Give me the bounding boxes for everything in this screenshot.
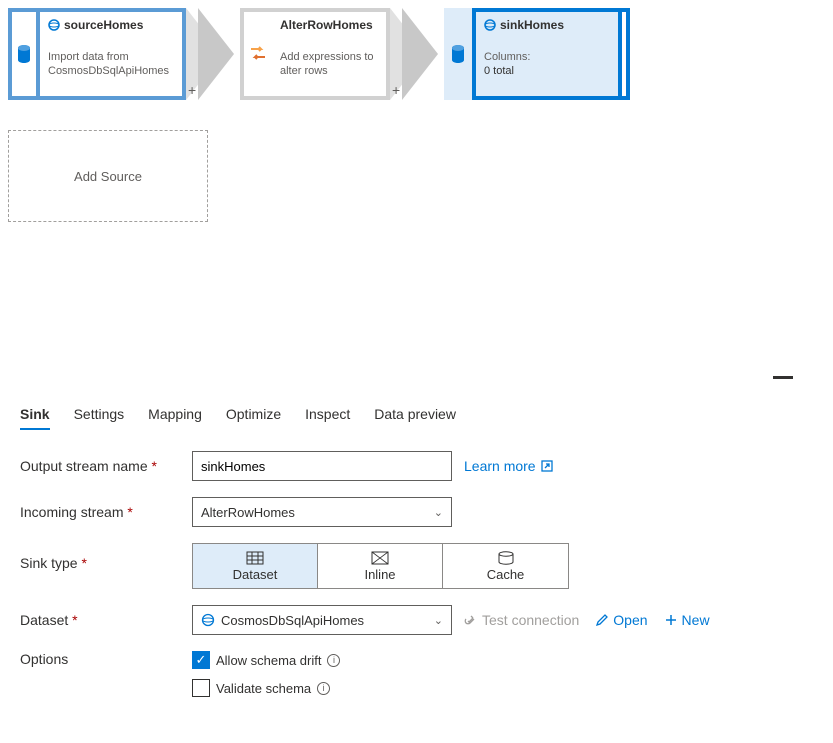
cache-icon xyxy=(497,551,515,565)
incoming-stream-label: Incoming stream * xyxy=(20,504,192,520)
panel-resize-handle[interactable] xyxy=(0,380,833,388)
cosmos-icon-sink xyxy=(484,19,496,31)
output-stream-label: Output stream name * xyxy=(20,458,192,474)
tab-settings[interactable]: Settings xyxy=(74,400,125,430)
tab-sink[interactable]: Sink xyxy=(20,400,50,430)
flow-node-source[interactable]: sourceHomes Import data from CosmosDbSql… xyxy=(36,8,186,100)
flow-row: sourceHomes Import data from CosmosDbSql… xyxy=(8,8,825,100)
sink-columns-value: 0 total xyxy=(484,64,610,78)
source-db-icon xyxy=(8,8,36,100)
new-dataset-link[interactable]: New xyxy=(664,612,710,628)
sink-title: sinkHomes xyxy=(500,18,564,32)
cosmos-icon-select xyxy=(201,613,215,627)
connector-1[interactable]: + xyxy=(186,8,240,100)
connector-2[interactable]: + xyxy=(390,8,444,100)
allow-schema-drift-checkbox[interactable]: ✓ xyxy=(192,651,210,669)
tab-data-preview[interactable]: Data preview xyxy=(374,400,456,430)
external-link-icon xyxy=(540,459,554,473)
validate-schema-label: Validate schema xyxy=(216,681,311,696)
alter-row-icon xyxy=(249,45,267,64)
add-step-button-2[interactable]: + xyxy=(392,82,400,98)
info-icon[interactable]: i xyxy=(317,682,330,695)
transform-title: AlterRowHomes xyxy=(280,18,373,32)
source-title: sourceHomes xyxy=(64,18,143,32)
panel-tabs: Sink Settings Mapping Optimize Inspect D… xyxy=(20,400,813,431)
flow-node-sink[interactable]: sinkHomes Columns: 0 total xyxy=(472,8,622,100)
tab-inspect[interactable]: Inspect xyxy=(305,400,350,430)
sink-right-border xyxy=(622,8,630,100)
source-desc: Import data from CosmosDbSqlApiHomes xyxy=(48,50,174,79)
plug-icon xyxy=(464,613,478,627)
add-step-button[interactable]: + xyxy=(188,82,196,98)
sink-type-label: Sink type * xyxy=(20,543,192,571)
dataset-label: Dataset * xyxy=(20,612,192,628)
validate-schema-checkbox[interactable] xyxy=(192,679,210,697)
incoming-stream-select[interactable]: AlterRowHomes ⌄ xyxy=(192,497,452,527)
learn-more-link[interactable]: Learn more xyxy=(464,458,554,474)
sink-type-segmented: Dataset Inline Cache xyxy=(192,543,569,589)
plus-icon xyxy=(664,613,678,627)
chevron-down-icon: ⌄ xyxy=(434,614,443,627)
sink-type-cache[interactable]: Cache xyxy=(443,544,568,588)
cosmos-icon xyxy=(48,19,60,31)
transform-desc: Add expressions to alter rows xyxy=(280,50,378,79)
open-dataset-link[interactable]: Open xyxy=(595,612,647,628)
inline-icon xyxy=(371,551,389,565)
flow-node-transform[interactable]: AlterRowHomes Add expressions to alter r… xyxy=(240,8,390,100)
edit-icon xyxy=(595,613,609,627)
tab-mapping[interactable]: Mapping xyxy=(148,400,202,430)
flow-canvas[interactable]: sourceHomes Import data from CosmosDbSql… xyxy=(0,0,833,380)
dataset-icon xyxy=(246,551,264,565)
allow-schema-drift-label: Allow schema drift xyxy=(216,653,321,668)
sink-db-icon xyxy=(444,8,472,100)
sink-columns-label: Columns: xyxy=(484,50,610,64)
sink-type-dataset[interactable]: Dataset xyxy=(193,544,318,588)
test-connection-link[interactable]: Test connection xyxy=(464,612,579,628)
output-stream-input[interactable] xyxy=(192,451,452,481)
properties-panel: Sink Settings Mapping Optimize Inspect D… xyxy=(0,388,833,743)
chevron-down-icon: ⌄ xyxy=(434,506,443,519)
options-label: Options xyxy=(20,651,192,667)
tab-optimize[interactable]: Optimize xyxy=(226,400,281,430)
sink-type-inline[interactable]: Inline xyxy=(318,544,443,588)
dataset-select[interactable]: CosmosDbSqlApiHomes ⌄ xyxy=(192,605,452,635)
info-icon[interactable]: i xyxy=(327,654,340,667)
add-source-button[interactable]: Add Source xyxy=(8,130,208,222)
